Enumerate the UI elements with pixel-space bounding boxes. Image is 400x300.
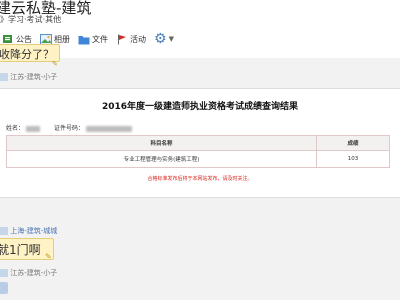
flag-icon	[118, 34, 126, 44]
post-meta: 上海-建筑-城城	[0, 226, 57, 236]
message-bubble: 收降分了？	[0, 44, 60, 62]
avatar[interactable]	[0, 282, 8, 294]
table-header-row: 科目名称 成绩	[6, 135, 390, 151]
result-notice: 合格标准发布后将于本网站发布，请及时关注。	[147, 176, 253, 182]
post-meta: 江苏-建筑-小子	[0, 72, 57, 82]
post-meta: 江苏-建筑-小子	[0, 268, 57, 278]
score-table: 科目名称 成绩 专业工程管理与实务(建筑工程) 103	[6, 135, 390, 168]
announcement-label: 公告	[16, 34, 32, 44]
album-button[interactable]: 相册	[40, 33, 70, 45]
file-label: 文件	[92, 34, 108, 44]
album-label: 相册	[54, 34, 70, 44]
user-location[interactable]: 江苏-建筑-小子	[10, 269, 57, 277]
message-text: 就1门啊	[0, 243, 41, 257]
subject-cell: 专业工程管理与实务(建筑工程)	[6, 150, 317, 168]
chevron-down-icon: ▼	[168, 35, 174, 43]
user-location[interactable]: 上海-建筑-城城	[10, 227, 57, 235]
settings-button[interactable]: ⚙ ▼	[154, 32, 174, 46]
score-cell: 103	[316, 150, 390, 168]
score-result-image: 2016年度一级建造师执业资格考试成绩查询结果 姓名： 证件号码： 科目名称 成…	[0, 88, 400, 198]
group-subtitle: 》学习·考试·其他	[0, 15, 62, 24]
user-avatar	[0, 269, 8, 277]
file-button[interactable]: 文件	[78, 34, 108, 45]
announcement-icon	[3, 34, 12, 43]
redacted-name	[26, 125, 41, 132]
id-label: 证件号码：	[53, 125, 84, 132]
activity-label: 活动	[130, 34, 146, 44]
user-avatar	[0, 73, 8, 81]
result-title: 2016年度一级建造师执业资格考试成绩查询结果	[101, 102, 299, 112]
name-label: 姓名：	[6, 125, 25, 132]
subject-column-header: 科目名称	[6, 135, 317, 151]
announcement-button[interactable]: 公告	[2, 34, 32, 45]
edit-icon: ✎	[52, 60, 58, 68]
message-text: 收降分了？	[0, 48, 54, 61]
user-location[interactable]: 江苏-建筑-小子	[10, 73, 57, 81]
table-row: 专业工程管理与实务(建筑工程) 103	[6, 150, 390, 168]
folder-icon	[78, 35, 90, 44]
album-icon	[40, 33, 52, 45]
score-column-header: 成绩	[316, 135, 390, 151]
redacted-id	[85, 125, 132, 132]
edit-icon: ✎	[45, 252, 52, 261]
app-header: 建云私塾-建筑 》学习·考试·其他 公告 相册 文件 活动 ⚙ ▼	[0, 0, 400, 58]
candidate-fields: 姓名： 证件号码：	[6, 123, 144, 132]
user-avatar	[0, 227, 8, 235]
activity-button[interactable]: 活动	[116, 34, 146, 45]
gear-icon: ⚙	[154, 31, 167, 47]
